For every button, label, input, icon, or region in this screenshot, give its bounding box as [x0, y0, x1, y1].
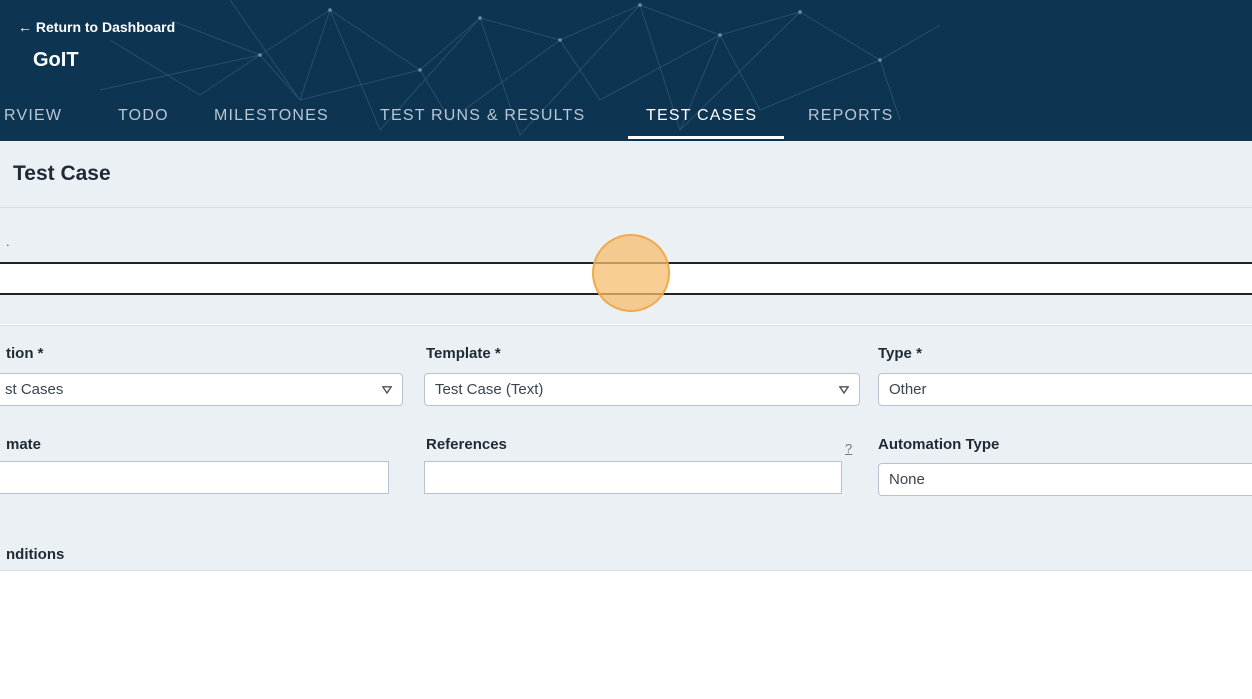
references-input[interactable] [424, 461, 842, 494]
page-title: Test Case [13, 162, 111, 185]
automation-type-select[interactable]: None [878, 463, 1252, 496]
tab-test-runs-results[interactable]: TEST RUNS & RESULTS [380, 107, 585, 125]
estimate-label: mate [6, 436, 42, 453]
type-select[interactable]: Other [878, 373, 1252, 406]
template-select[interactable]: Test Case (Text) [424, 373, 860, 406]
tab-todo[interactable]: TODO [118, 107, 169, 125]
return-to-dashboard-link[interactable]: ← Return to Dashboard [18, 19, 175, 35]
type-label: Type * [878, 345, 922, 362]
chevron-down-icon [382, 386, 392, 394]
tab-test-cases[interactable]: TEST CASES [646, 107, 757, 125]
preconditions-label: nditions [6, 546, 65, 563]
project-nav-tabs: RVIEW TODO MILESTONES TEST RUNS & RESULT… [0, 100, 1252, 141]
template-label: Template * [426, 345, 501, 362]
automation-type-label: Automation Type [878, 436, 1000, 453]
template-value: Test Case (Text) [435, 381, 544, 398]
preconditions-section [0, 516, 1252, 571]
section-select[interactable]: st Cases [0, 373, 403, 406]
tab-milestones[interactable]: MILESTONES [214, 107, 329, 125]
app-header: ← Return to Dashboard GoIT RVIEW TODO MI… [0, 0, 1252, 141]
chevron-down-icon [839, 386, 849, 394]
tab-reports[interactable]: REPORTS [808, 107, 893, 125]
tab-overview[interactable]: RVIEW [4, 107, 62, 125]
title-label: . [6, 234, 10, 249]
section-value: st Cases [5, 381, 64, 398]
project-title: GoIT [33, 49, 79, 71]
estimate-input[interactable] [0, 461, 389, 494]
page-header: Test Case [0, 141, 1252, 208]
references-label: References [426, 436, 507, 453]
section-label: tion * [6, 345, 44, 362]
automation-type-value: None [889, 471, 925, 488]
active-tab-indicator [628, 136, 784, 139]
type-value: Other [889, 381, 927, 398]
references-help-link[interactable]: ? [845, 441, 852, 456]
click-indicator [592, 234, 670, 312]
